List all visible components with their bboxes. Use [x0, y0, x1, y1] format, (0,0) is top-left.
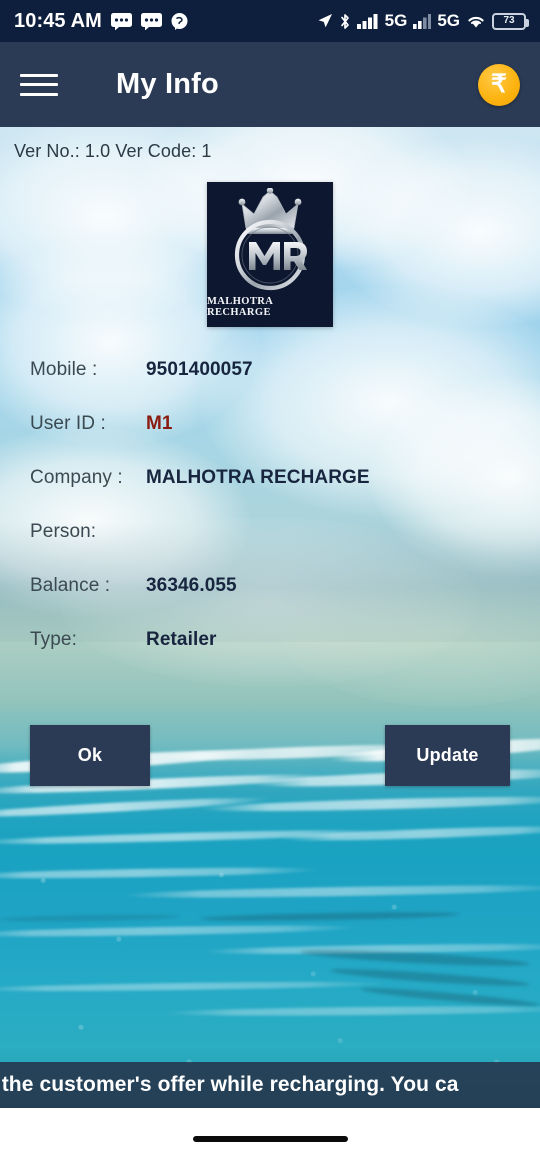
message-icon — [110, 12, 132, 30]
wallet-balance-badge[interactable]: ₹ — [478, 63, 520, 106]
field-label: Company : — [30, 467, 123, 488]
status-bar-left: 10:45 AM — [14, 10, 188, 33]
info-row-company: Company : MALHOTRA RECHARGE — [30, 467, 540, 521]
marquee-ticker: k the customer's offer while recharging.… — [0, 1062, 540, 1108]
rupee-icon: ₹ — [491, 70, 507, 98]
field-label: User ID : — [30, 413, 106, 434]
signal-bars-icon — [413, 13, 432, 29]
company-logo: MALHOTRA RECHARGE — [0, 182, 540, 327]
status-bar-clock: 10:45 AM — [14, 9, 102, 32]
battery-indicator: 73 — [492, 12, 529, 30]
info-row-balance: Balance : 36346.055 — [30, 575, 540, 629]
field-label: Type: — [30, 629, 77, 650]
field-label: Balance : — [30, 575, 111, 596]
info-row-person: Person: — [30, 521, 540, 575]
info-row-mobile: Mobile : 9501400057 — [30, 359, 540, 413]
bluetooth-icon — [339, 13, 351, 30]
main-content: Ver No.: 1.0 Ver Code: 1 MALHOTRA RECHAR… — [0, 127, 540, 786]
info-row-type: Type: Retailer — [30, 629, 540, 683]
version-label: Ver No.: 1.0 Ver Code: 1 — [14, 141, 212, 161]
field-label: Person: — [30, 521, 97, 542]
signal-bars-icon — [356, 13, 379, 29]
chat-bubble-icon — [171, 12, 188, 30]
info-field-list: Mobile : 9501400057 User ID : M1 Company… — [0, 359, 540, 683]
logo-brand-text: MALHOTRA RECHARGE — [207, 296, 273, 318]
field-value: M1 — [146, 413, 173, 434]
network-type-label-2: 5G — [437, 11, 460, 30]
logo-card: MALHOTRA RECHARGE — [207, 182, 333, 327]
status-bar: 10:45 AM 5G 5G 73 — [0, 0, 540, 42]
ticker-message: k the customer's offer while recharging.… — [0, 1073, 459, 1096]
info-row-user-id: User ID : M1 — [30, 413, 540, 467]
field-label: Mobile : — [30, 359, 98, 380]
update-button[interactable]: Update — [385, 725, 510, 786]
field-value: 9501400057 — [146, 359, 253, 380]
page-title: My Info — [116, 68, 219, 100]
field-value: Retailer — [146, 629, 217, 650]
field-value: 36346.055 — [146, 575, 237, 596]
app-root: 10:45 AM 5G 5G 73 My Info ₹ Ver No.: 1.0… — [0, 0, 540, 1170]
system-navigation-bar — [0, 1108, 540, 1170]
action-button-row: Ok Update — [0, 725, 540, 786]
hamburger-menu-icon[interactable] — [20, 71, 58, 99]
network-type-label-1: 5G — [384, 11, 408, 30]
malhotra-recharge-logo-icon — [234, 188, 307, 291]
wifi-icon — [466, 13, 486, 29]
ok-button[interactable]: Ok — [30, 725, 150, 786]
location-arrow-icon — [317, 13, 333, 29]
message-icon — [140, 12, 162, 30]
battery-percent-label: 73 — [503, 15, 515, 26]
field-value: MALHOTRA RECHARGE — [146, 467, 370, 488]
app-bar: My Info ₹ — [0, 42, 540, 127]
status-bar-right: 5G 5G 73 — [317, 11, 529, 31]
home-gesture-pill[interactable] — [192, 1136, 348, 1142]
